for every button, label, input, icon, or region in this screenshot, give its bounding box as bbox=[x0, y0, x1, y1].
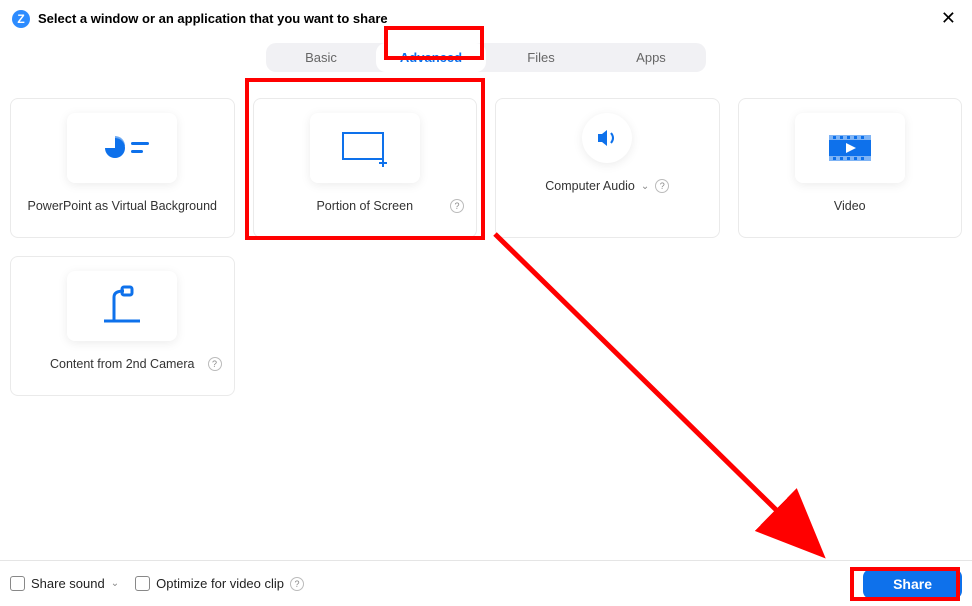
card-label: Computer Audio bbox=[545, 179, 635, 193]
card-computer-audio[interactable]: Computer Audio ⌄ ? bbox=[495, 98, 720, 238]
share-sound-checkbox[interactable] bbox=[10, 576, 25, 591]
document-camera-icon bbox=[92, 283, 152, 329]
optimize-video-option[interactable]: Optimize for video clip ? bbox=[135, 576, 304, 591]
optimize-label: Optimize for video clip bbox=[156, 576, 284, 591]
window-header: Z Select a window or an application that… bbox=[0, 0, 972, 37]
optimize-checkbox[interactable] bbox=[135, 576, 150, 591]
footer-bar: Share sound ⌄ Optimize for video clip ? … bbox=[0, 560, 972, 606]
tab-advanced[interactable]: Advanced bbox=[376, 43, 486, 72]
tab-files[interactable]: Files bbox=[486, 43, 596, 72]
help-icon[interactable]: ? bbox=[450, 199, 464, 213]
card-label: Content from 2nd Camera bbox=[50, 357, 195, 371]
audio-thumb bbox=[582, 113, 632, 163]
help-icon[interactable]: ? bbox=[290, 577, 304, 591]
video-thumb bbox=[795, 113, 905, 183]
share-options-grid: PowerPoint as Virtual Background Portion… bbox=[0, 72, 972, 396]
card-label: Portion of Screen bbox=[316, 199, 413, 213]
share-sound-option[interactable]: Share sound ⌄ bbox=[10, 576, 119, 591]
portion-thumb bbox=[310, 113, 420, 183]
portion-of-screen-icon bbox=[335, 127, 395, 169]
card-second-camera[interactable]: Content from 2nd Camera ? bbox=[10, 256, 235, 396]
powerpoint-thumb bbox=[67, 113, 177, 183]
card-label: Video bbox=[834, 199, 866, 213]
tab-apps[interactable]: Apps bbox=[596, 43, 706, 72]
video-filmstrip-icon bbox=[825, 131, 875, 165]
card-powerpoint-virtual-bg[interactable]: PowerPoint as Virtual Background bbox=[10, 98, 235, 238]
window-title: Select a window or an application that y… bbox=[38, 11, 388, 26]
card-video[interactable]: Video bbox=[738, 98, 963, 238]
help-icon[interactable]: ? bbox=[655, 179, 669, 193]
card-portion-of-screen[interactable]: Portion of Screen ? bbox=[253, 98, 478, 238]
help-icon[interactable]: ? bbox=[208, 357, 222, 371]
camera-thumb bbox=[67, 271, 177, 341]
close-icon[interactable]: ✕ bbox=[937, 8, 960, 29]
tab-bar: Basic Advanced Files Apps bbox=[0, 43, 972, 72]
tab-basic[interactable]: Basic bbox=[266, 43, 376, 72]
chevron-down-icon[interactable]: ⌄ bbox=[641, 181, 649, 192]
zoom-logo-icon: Z bbox=[12, 10, 30, 28]
chevron-down-icon[interactable]: ⌄ bbox=[111, 578, 119, 589]
share-button[interactable]: Share bbox=[863, 569, 962, 599]
speaker-icon bbox=[594, 125, 620, 151]
card-label: PowerPoint as Virtual Background bbox=[28, 199, 217, 213]
powerpoint-icon bbox=[87, 128, 157, 168]
share-sound-label: Share sound bbox=[31, 576, 105, 591]
